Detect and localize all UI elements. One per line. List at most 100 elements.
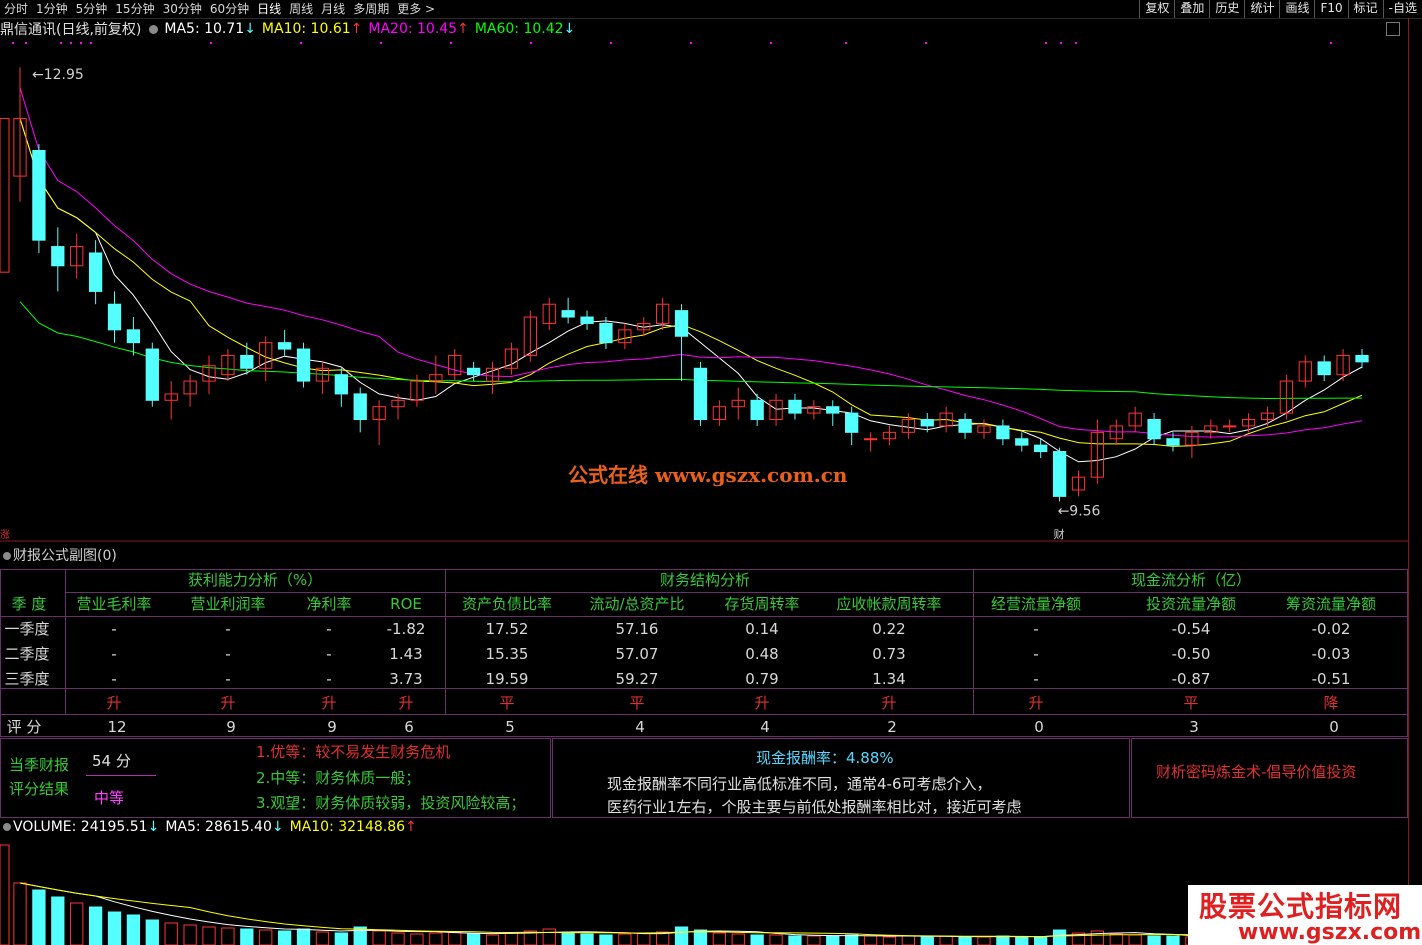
low-price-label: ←9.56 (1058, 504, 1101, 520)
period-tab[interactable]: 月线 (317, 0, 349, 18)
table-cell: 59.27 (615, 670, 659, 688)
group-header: 财务结构分析 (659, 571, 751, 589)
score-cell: 0 (1034, 718, 1044, 736)
volume-ma10: MA10: 32148.86↑ (289, 819, 417, 835)
table-cell: - (1033, 670, 1039, 688)
score-label: 评 分 (6, 718, 42, 736)
chart-settings-icon[interactable] (1386, 22, 1400, 36)
table-cell: -1.82 (386, 620, 426, 638)
period-tab[interactable]: 周线 (285, 0, 317, 18)
trend-cell: 平 (499, 694, 515, 712)
candle (788, 399, 802, 414)
signal-dot (1045, 42, 1047, 44)
score-cell: 6 (404, 718, 414, 736)
period-tab[interactable]: 1分钟 (32, 0, 72, 18)
score-cell: 12 (107, 718, 127, 736)
arrow-down-icon: ↓ (244, 21, 256, 37)
column-header: 资产负债比率 (461, 595, 553, 613)
ma10-label: MA10: 10.61↑ (261, 21, 363, 37)
table-cell: - (111, 670, 117, 688)
arrow-up-icon: ↑ (405, 819, 417, 835)
subchart-title[interactable]: 财报公式副图(0) (0, 545, 117, 564)
toolbar-button[interactable]: 标记 (1347, 0, 1383, 18)
financial-report-marker[interactable]: 财 (1054, 527, 1065, 541)
signal-dot (12, 42, 14, 44)
candle (1147, 419, 1161, 440)
period-tab[interactable]: 多周期 (349, 0, 393, 18)
volume-bar (410, 933, 424, 945)
arrow-up-icon: ↑ (350, 21, 363, 37)
site-watermark-url: www.gszx.com.cn (1238, 920, 1422, 945)
signal-dot (80, 42, 82, 44)
table-rule (1, 688, 1407, 689)
toolbar-button[interactable]: 画线 (1279, 0, 1314, 18)
signal-dot (1330, 42, 1332, 44)
legend-watch: 3.观望：财务体质较弱，投资风险较高； (256, 794, 526, 812)
table-cell: - (326, 670, 332, 688)
volume-bar (882, 936, 897, 945)
signal-dot (530, 42, 532, 44)
volume-bar (731, 933, 745, 945)
signal-dot (300, 42, 302, 44)
candle (674, 310, 689, 337)
period-tab[interactable]: 5分钟 (72, 0, 112, 18)
period-tab[interactable]: 60分钟 (206, 0, 253, 18)
candle (51, 246, 65, 267)
candle (580, 316, 594, 324)
signal-dot (210, 42, 212, 44)
volume-bar (1166, 935, 1180, 945)
column-header: ROE (390, 595, 422, 613)
volume-value: VOLUME: 24195.51↓ (13, 819, 160, 835)
volume-bar (939, 935, 953, 945)
legend-excellent: 1.优等：较不易发生财务危机 (256, 743, 451, 761)
toolbar-button[interactable]: F10 (1314, 0, 1347, 18)
signal-dot (1060, 42, 1062, 44)
signal-dot (90, 42, 92, 44)
row-label: 一季度 (4, 620, 50, 638)
signal-dot (60, 42, 62, 44)
edge-candle (0, 117, 10, 273)
price-axis[interactable] (1408, 18, 1422, 945)
period-tab[interactable]: 30分钟 (159, 0, 206, 18)
settings-dot-icon[interactable] (149, 24, 159, 34)
trend-cell: 平 (629, 694, 645, 712)
stock-title[interactable]: 鼎信通讯(日线,前复权) (0, 19, 141, 39)
arrow-up-icon: ↑ (457, 21, 469, 37)
toolbar-button[interactable]: 统计 (1244, 0, 1279, 18)
table-cell: - (225, 645, 231, 663)
summary-label-2: 评分结果 (9, 780, 70, 798)
score-cell: 4 (760, 718, 770, 736)
settings-dot-icon[interactable] (3, 552, 11, 560)
volume-bar (1128, 934, 1142, 945)
score-cell: 2 (887, 718, 897, 736)
trend-cell: 升 (398, 694, 414, 712)
volume-bar (712, 932, 726, 945)
candle (32, 149, 46, 241)
volume-bar (259, 929, 273, 945)
toolbar-button[interactable]: -自选 (1382, 0, 1422, 18)
signal-dot (380, 42, 382, 44)
period-tab[interactable]: 15分钟 (111, 0, 158, 18)
period-tab[interactable]: 更多 > (393, 0, 439, 18)
trend-cell: 升 (220, 694, 236, 712)
settings-dot-icon[interactable] (3, 823, 11, 831)
period-tab[interactable]: 分时 (0, 0, 32, 18)
summary-score-box: 当季财报 评分结果 54 分 中等 1.优等：较不易发生财务危机 2.中等：财务… (0, 738, 551, 818)
candle (466, 367, 481, 376)
volume-bar (240, 928, 254, 945)
table-cell: -0.87 (1171, 670, 1211, 688)
summary-label-1: 当季财报 (9, 756, 70, 774)
period-tab[interactable]: 日线 (253, 0, 285, 18)
toolbar-button[interactable]: 历史 (1209, 0, 1244, 18)
volume-bar (977, 936, 991, 945)
candle (107, 303, 122, 331)
volume-bar (542, 928, 556, 945)
toolbar-button[interactable]: 复权 (1139, 0, 1174, 18)
candle (145, 348, 159, 401)
toolbar-button[interactable]: 叠加 (1174, 0, 1209, 18)
volume-ma5: MA5: 28615.40↓ (165, 819, 284, 835)
volume-bar (70, 902, 84, 945)
table-cell: 17.52 (485, 620, 529, 638)
site-watermark-title: 股票公式指标网 (1199, 890, 1403, 923)
candle (353, 393, 367, 421)
